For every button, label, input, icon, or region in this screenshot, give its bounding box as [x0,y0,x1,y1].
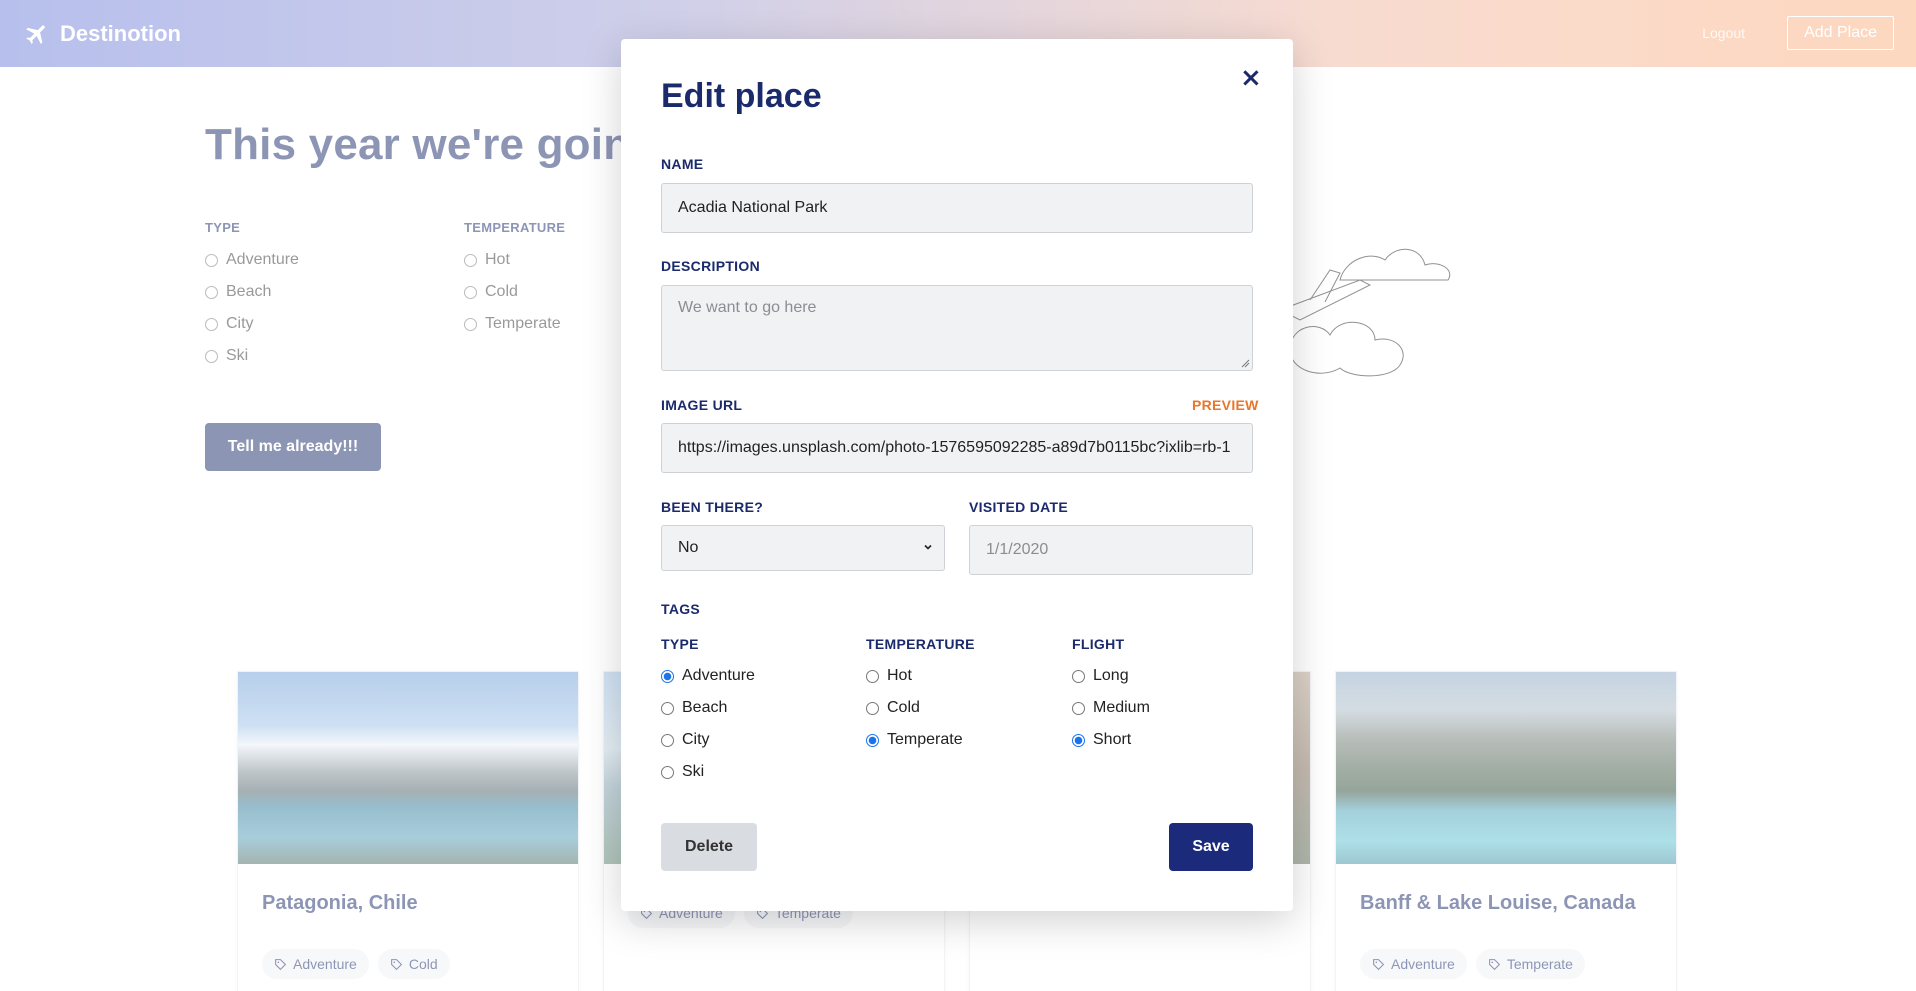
tag-temperature-option[interactable]: Temperate [866,724,975,756]
radio-button[interactable] [1072,669,1085,683]
radio-button[interactable] [661,669,674,683]
preview-link[interactable]: PREVIEW [1192,397,1259,413]
been-there-select[interactable]: No [661,525,945,571]
option-label: Ski [682,763,705,780]
save-button[interactable]: Save [1169,823,1253,871]
option-label: Short [1093,731,1132,748]
radio-button[interactable] [1072,701,1085,715]
description-textarea[interactable]: We want to go here [661,285,1253,371]
tag-type-option[interactable]: Ski [661,756,755,788]
tag-flight-group: FLIGHT Long Medium Short [1072,636,1150,756]
radio-button[interactable] [866,701,879,715]
radio-button[interactable] [866,669,879,683]
tag-flight-option[interactable]: Short [1072,724,1150,756]
description-placeholder: We want to go here [678,299,817,316]
tag-temperature-group: TEMPERATURE Hot Cold Temperate [866,636,975,756]
chevron-down-icon [924,544,932,550]
option-label: City [682,731,710,748]
name-input[interactable]: Acadia National Park [661,183,1253,233]
tag-type-label: TYPE [661,636,699,652]
option-label: Medium [1093,699,1150,716]
been-there-label: BEEN THERE? [661,499,764,515]
description-label: DESCRIPTION [661,258,760,274]
visited-date-label: VISITED DATE [969,499,1069,515]
tag-type-option[interactable]: City [661,724,755,756]
tag-type-option[interactable]: Beach [661,692,755,724]
modal-title: Edit place [661,77,822,115]
tag-temperature-option[interactable]: Cold [866,692,975,724]
option-label: Beach [682,699,728,716]
resize-handle-icon[interactable] [1240,358,1250,368]
option-label: Temperate [887,731,963,748]
radio-button[interactable] [1072,733,1085,747]
radio-button[interactable] [661,701,674,715]
tag-type-group: TYPE Adventure Beach City Ski [661,636,755,788]
tag-temperature-option[interactable]: Hot [866,660,975,692]
tag-flight-label: FLIGHT [1072,636,1125,652]
option-label: Hot [887,667,912,684]
tag-flight-option[interactable]: Long [1072,660,1150,692]
name-label: NAME [661,156,704,172]
delete-button[interactable]: Delete [661,823,757,871]
radio-button[interactable] [661,733,674,747]
option-label: Adventure [682,667,755,684]
edit-place-modal: Edit place × NAME Acadia National Park D… [621,39,1293,911]
radio-button[interactable] [661,765,674,779]
been-there-value: No [678,539,699,556]
close-icon[interactable]: × [1240,65,1262,91]
visited-date-input[interactable]: 1/1/2020 [969,525,1253,575]
option-label: Cold [887,699,920,716]
image-url-input[interactable]: https://images.unsplash.com/photo-157659… [661,423,1253,473]
radio-button[interactable] [866,733,879,747]
tag-type-option[interactable]: Adventure [661,660,755,692]
option-label: Long [1093,667,1129,684]
tags-label: TAGS [661,601,701,617]
image-url-label: IMAGE URL [661,397,743,413]
tag-temperature-label: TEMPERATURE [866,636,975,652]
tag-flight-option[interactable]: Medium [1072,692,1150,724]
